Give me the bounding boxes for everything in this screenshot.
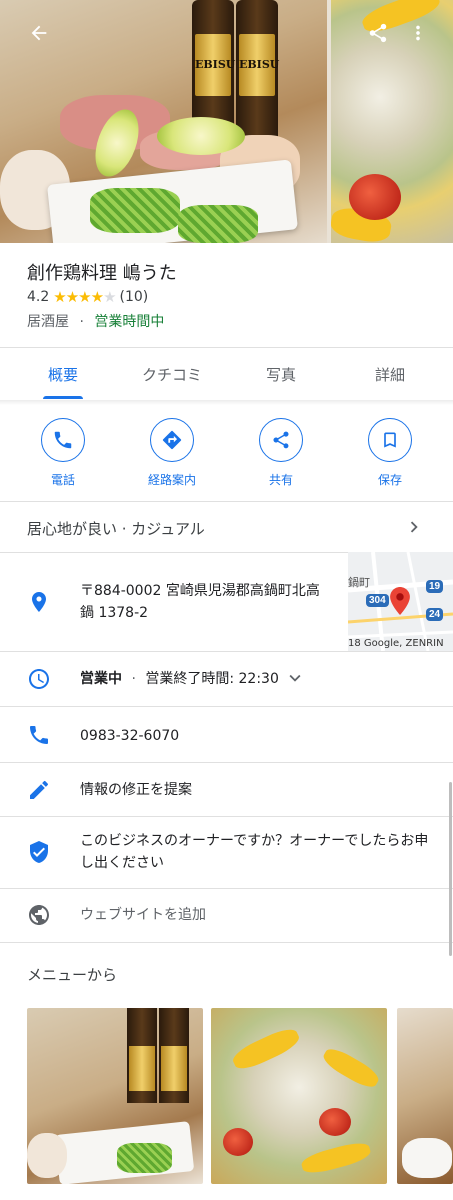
address-text: 〒884-0002 宮崎県児湯郡高鍋町北高鍋 1378-2 [80, 583, 320, 621]
category-row: 居酒屋 · 営業時間中 [27, 311, 164, 331]
tab-photos[interactable]: 写真 [266, 364, 296, 385]
menu-photo[interactable] [27, 1008, 203, 1184]
scrollbar[interactable] [449, 782, 452, 956]
directions-label: 経路案内 [147, 473, 196, 487]
globe-icon [29, 905, 49, 925]
bottle-label: EBISU [239, 58, 280, 71]
phone-icon [54, 431, 72, 449]
route-shield-24: 24 [426, 608, 444, 621]
chevron-right-icon [410, 521, 418, 533]
save-label: 保存 [377, 473, 402, 487]
save-button[interactable]: 保存 [340, 418, 440, 488]
map-pin-icon [390, 587, 410, 615]
place-name: 創作鶏料理 嶋うた [27, 263, 177, 284]
rating-row[interactable]: 4.2 ★★★★★ (10) [27, 288, 148, 306]
menu-section-title: メニューから [27, 966, 118, 984]
phone-number: 0983-32-6070 [80, 728, 180, 744]
map-town-label: 鍋町 [348, 576, 370, 589]
share-icon [273, 431, 289, 449]
share-button[interactable]: 共有 [231, 418, 331, 488]
share-label: 共有 [268, 473, 293, 487]
phone-icon [30, 726, 48, 744]
add-website-text: ウェブサイトを追加 [80, 907, 206, 923]
more-vert-icon [416, 25, 420, 41]
claim-business-text: このビジネスのオーナーですか？オーナーでしたらお申し出ください [80, 833, 429, 871]
verified-shield-icon [30, 841, 48, 863]
divider [0, 942, 453, 943]
ambience-row[interactable]: 居心地が良い · カジュアル [0, 502, 453, 552]
tab-bar: 概要 クチコミ 写真 詳細 [0, 348, 453, 400]
tab-overview[interactable]: 概要 [48, 364, 78, 385]
phone-row[interactable]: 0983-32-6070 [0, 707, 453, 762]
bottle-label: EBISU [195, 58, 236, 71]
route-shield-19: 19 [426, 580, 444, 593]
call-button[interactable]: 電話 [13, 418, 113, 488]
route-shield-304: 304 [366, 594, 389, 607]
bookmark-icon [384, 432, 396, 448]
more-options-button[interactable] [398, 13, 438, 53]
category: 居酒屋 [27, 314, 69, 330]
pencil-icon [30, 780, 49, 799]
map-attribution: 18 Google, ZENRIN [348, 638, 444, 649]
back-button[interactable] [19, 13, 59, 53]
separator: · [79, 314, 84, 330]
rating-stars: ★★★★★ [53, 288, 116, 306]
hours-row[interactable]: 営業中 · 営業終了時間: 22:30 [0, 652, 453, 706]
beer-bottle: EBISU [236, 0, 280, 140]
review-count: (10) [119, 289, 149, 305]
menu-photo[interactable] [397, 1008, 453, 1184]
suggest-edit-text: 情報の修正を提案 [80, 782, 192, 798]
tab-details[interactable]: 詳細 [375, 364, 405, 385]
clock-icon [29, 669, 49, 689]
suggest-edit-row[interactable]: 情報の修正を提案 [0, 763, 453, 816]
photo-header: EBISU EBISU [0, 0, 453, 243]
tab-shadow [0, 400, 453, 405]
share-icon [369, 23, 387, 43]
claim-business-row[interactable]: このビジネスのオーナーですか？オーナーでしたらお申し出ください [0, 817, 453, 888]
share-header-button[interactable] [358, 13, 398, 53]
arrow-back-icon [31, 25, 47, 41]
ambience-text: 居心地が良い · カジュアル [27, 520, 205, 538]
active-tab-indicator [43, 396, 83, 399]
hours-closing: 営業終了時間: 22:30 [145, 671, 279, 687]
menu-photo[interactable] [211, 1008, 387, 1184]
directions-button[interactable]: 経路案内 [122, 418, 222, 488]
hours-separator: · [131, 671, 136, 687]
directions-icon [162, 430, 182, 450]
chevron-down-icon[interactable] [284, 667, 306, 689]
open-status: 営業時間中 [94, 314, 165, 330]
map-thumbnail[interactable]: 鍋町 304 19 24 18 Google, ZENRIN [348, 552, 453, 651]
rating-value: 4.2 [27, 289, 50, 305]
add-website-row[interactable]: ウェブサイトを追加 [0, 889, 453, 942]
hours-status: 営業中 [80, 671, 122, 687]
tab-reviews[interactable]: クチコミ [142, 364, 202, 385]
call-label: 電話 [50, 473, 75, 487]
location-pin-icon [32, 592, 46, 612]
